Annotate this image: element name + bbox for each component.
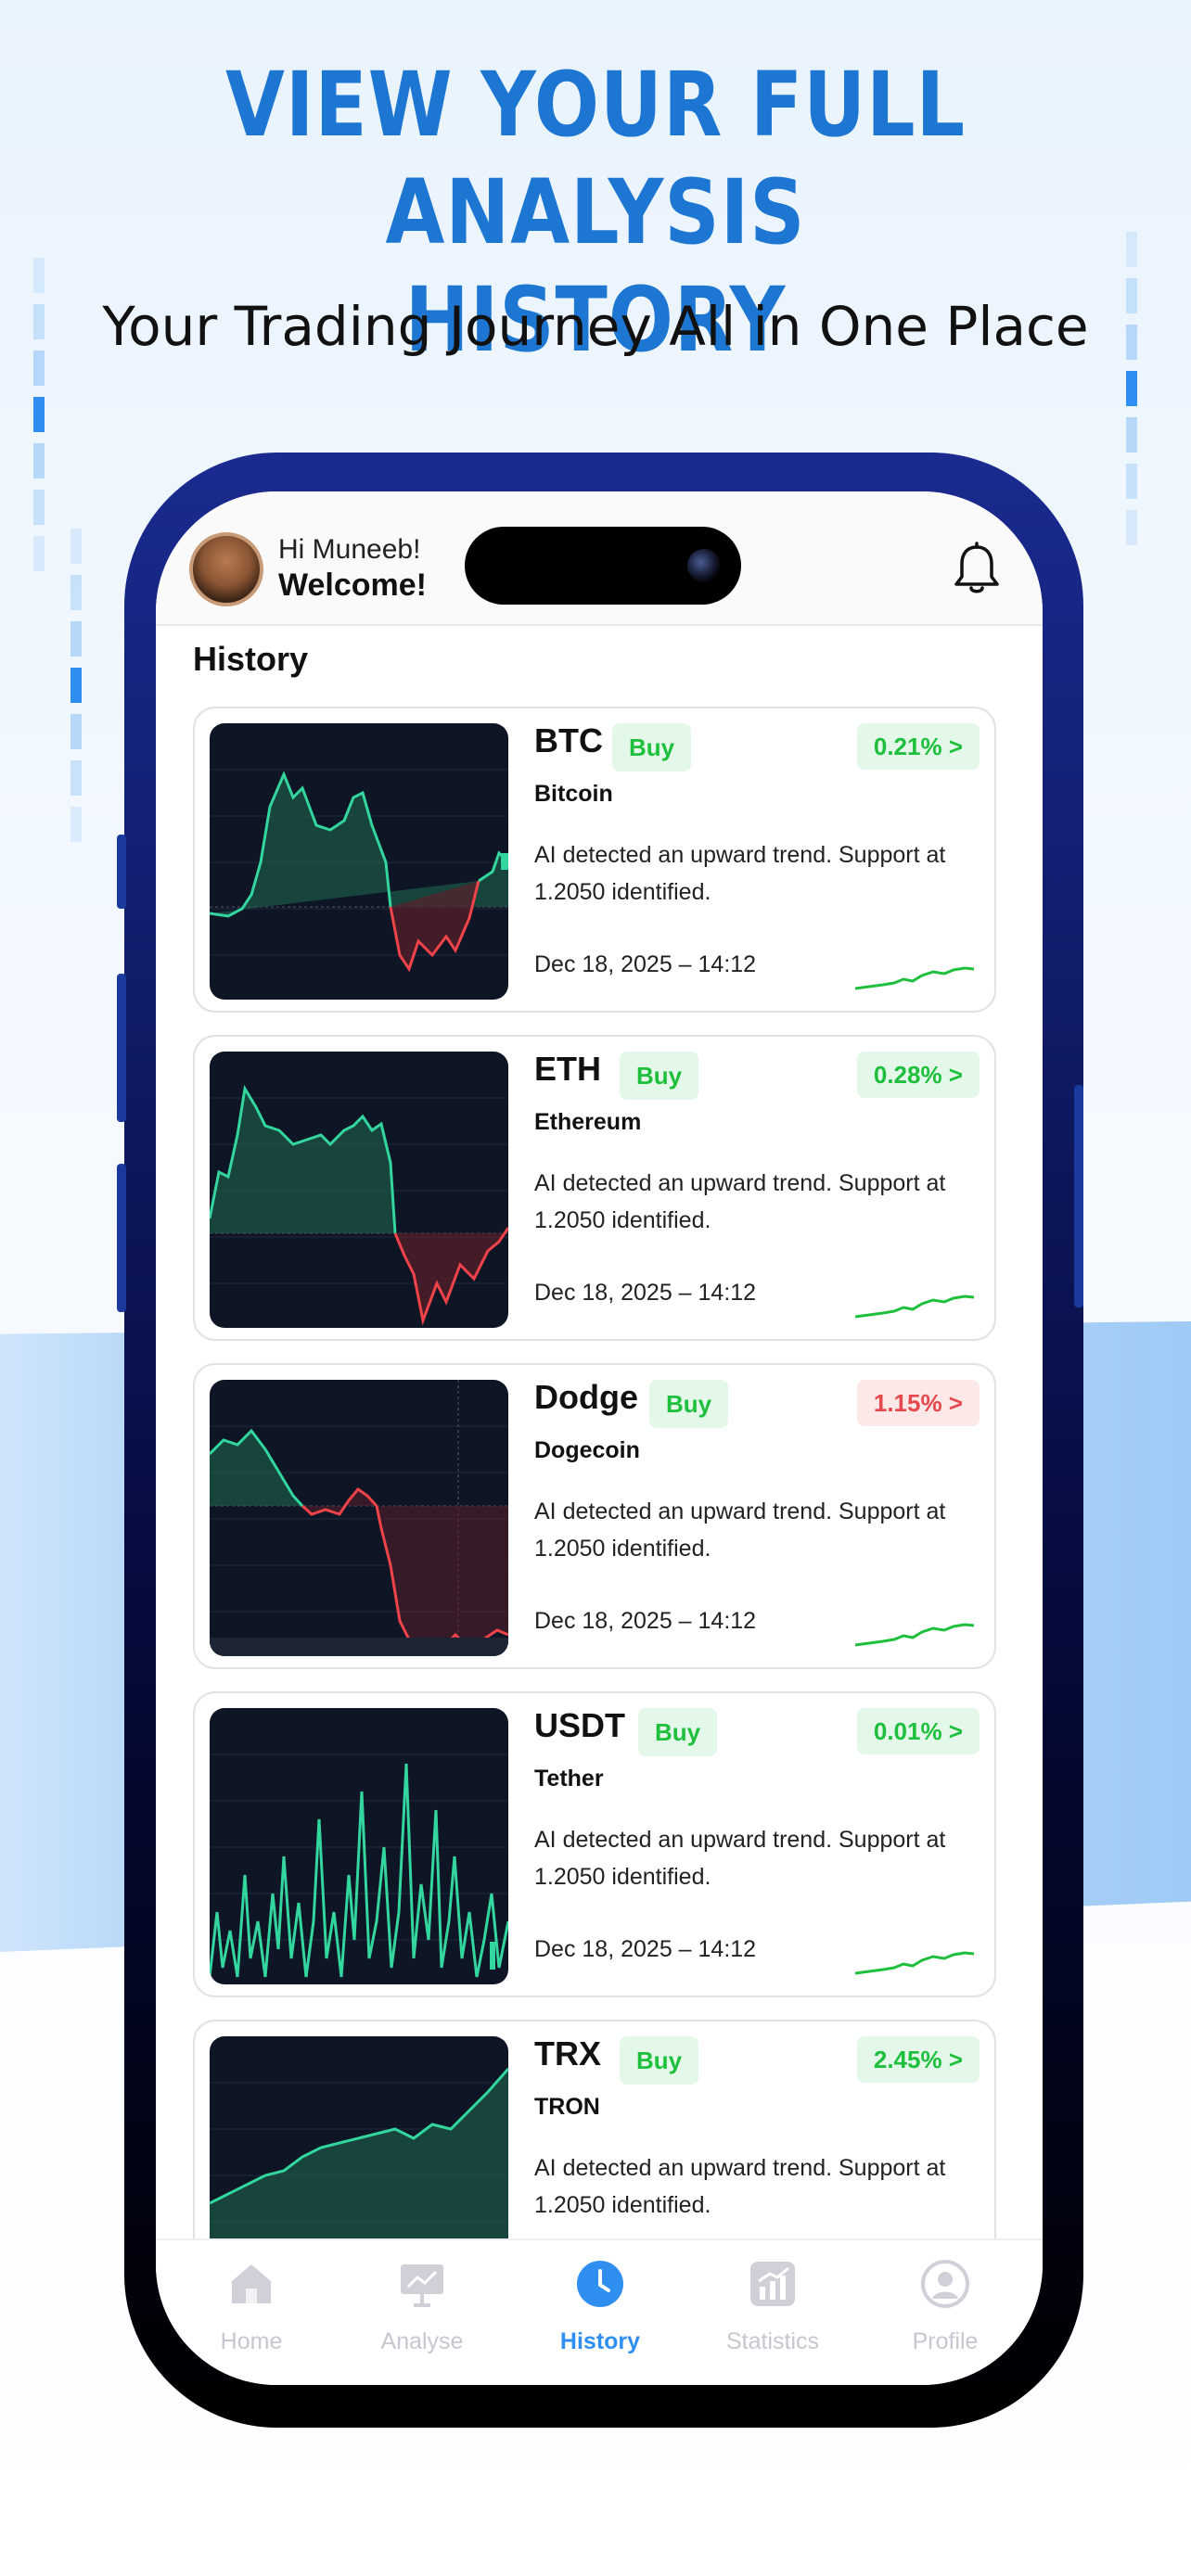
history-card-eth[interactable]: ETH Buy 0.28% > Ethereum AI detected an … (193, 1035, 996, 1341)
analysis-date: Dec 18, 2025 – 14:12 (534, 1608, 757, 1634)
coin-symbol: BTC (534, 721, 603, 759)
hero-subtitle: Your Trading Journey All in One Place (102, 295, 1089, 358)
buy-badge: Buy (620, 2036, 699, 2085)
history-card-usdt[interactable]: USDT Buy 0.01% > Tether AI detected an u… (193, 1691, 996, 1997)
coin-name: Tether (534, 1766, 604, 1792)
phone-button-volume-up (117, 974, 126, 1122)
history-card-btc[interactable]: BTC Buy 0.21% > Bitcoin AI detected an u… (193, 707, 996, 1013)
phone-screen: Hi Muneeb! Welcome! History BTC Buy 0.21… (156, 491, 1043, 2385)
change-badge[interactable]: 0.28% > (856, 1052, 980, 1098)
tab-label: Profile (912, 2328, 979, 2354)
buy-badge: Buy (649, 1380, 729, 1428)
history-list: BTC Buy 0.21% > Bitcoin AI detected an u… (193, 707, 998, 2348)
bottom-tab-bar: Home Analyse History Statistics Profile (156, 2238, 1043, 2385)
tab-profile[interactable]: Profile (866, 2259, 1024, 2355)
decorative-bars-left-2 (70, 529, 82, 853)
analysis-description: AI detected an upward trend. Support at … (534, 1170, 946, 1233)
decorative-bars-right (1126, 232, 1137, 556)
tab-label: Analyse (380, 2328, 464, 2354)
coin-symbol: USDT (534, 1706, 625, 1744)
greeting-text: Hi Muneeb! (278, 534, 421, 565)
sparkline-icon (855, 1623, 974, 1647)
buy-badge: Buy (612, 723, 692, 772)
chart-thumbnail (210, 723, 508, 1000)
coin-name: Bitcoin (534, 781, 613, 807)
tab-label: History (559, 2328, 641, 2354)
user-icon (921, 2260, 969, 2308)
change-badge[interactable]: 0.01% > (856, 1708, 980, 1754)
camera-icon (687, 549, 721, 582)
phone-button-volume-down (117, 1164, 126, 1312)
phone-button-power (1074, 1085, 1083, 1307)
analysis-description: AI detected an upward trend. Support at … (534, 842, 946, 905)
analysis-date: Dec 18, 2025 – 14:12 (534, 1280, 757, 1306)
change-badge[interactable]: 0.21% > (856, 723, 980, 770)
coin-name: TRON (534, 2094, 600, 2120)
analysis-description: AI detected an upward trend. Support at … (534, 2155, 946, 2218)
coin-symbol: Dodge (534, 1378, 638, 1416)
chart-thumbnail (210, 1380, 508, 1656)
home-icon (232, 2264, 271, 2303)
chart-thumbnail (210, 1708, 508, 1984)
analysis-description: AI detected an upward trend. Support at … (534, 1827, 946, 1890)
analysis-date: Dec 18, 2025 – 14:12 (534, 951, 757, 977)
sparkline-icon (855, 966, 974, 990)
section-title: History (193, 640, 309, 678)
buy-badge: Buy (620, 1052, 699, 1100)
presentation-chart-icon (401, 2264, 443, 2307)
coin-symbol: ETH (534, 1050, 601, 1088)
history-card-doge[interactable]: Dodge Buy 1.15% > Dogecoin AI detected a… (193, 1363, 996, 1669)
change-badge[interactable]: 1.15% > (856, 1380, 980, 1426)
hero-title-line1: VIEW YOUR FULL ANALYSIS (225, 53, 966, 264)
dynamic-island (465, 527, 741, 605)
clock-icon (577, 2261, 623, 2307)
tab-history[interactable]: History (521, 2259, 679, 2355)
change-badge[interactable]: 2.45% > (856, 2036, 980, 2083)
bell-icon[interactable] (952, 542, 1002, 599)
buy-badge: Buy (638, 1708, 718, 1756)
coin-name: Ethereum (534, 1109, 642, 1135)
tab-label: Statistics (725, 2328, 820, 2354)
analysis-description: AI detected an upward trend. Support at … (534, 1498, 946, 1562)
coin-symbol: TRX (534, 2034, 601, 2072)
chart-thumbnail (210, 1052, 508, 1328)
sparkline-icon (855, 1951, 974, 1975)
phone-button-action (117, 835, 126, 909)
tab-home[interactable]: Home (173, 2259, 330, 2355)
analysis-date: Dec 18, 2025 – 14:12 (534, 1936, 757, 1962)
avatar[interactable] (189, 532, 263, 606)
bar-chart-icon (750, 2262, 795, 2306)
tab-label: Home (220, 2328, 283, 2354)
welcome-text: Welcome! (278, 567, 427, 603)
tab-analyse[interactable]: Analyse (343, 2259, 501, 2355)
coin-name: Dogecoin (534, 1437, 640, 1463)
sparkline-icon (855, 1294, 974, 1319)
tab-statistics[interactable]: Statistics (694, 2259, 852, 2355)
